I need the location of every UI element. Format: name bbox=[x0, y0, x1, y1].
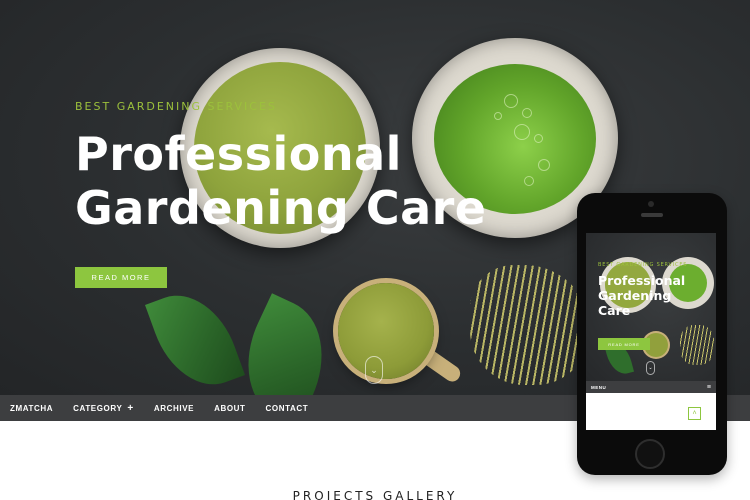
nav-item-category-label: CATEGORY bbox=[73, 403, 123, 413]
chevron-down-icon: ⌄ bbox=[648, 365, 653, 371]
nav-item-zmatcha[interactable]: ZMATCHA bbox=[10, 404, 53, 413]
scroll-down-button[interactable]: ⌄ bbox=[365, 356, 383, 384]
phone-camera bbox=[648, 201, 654, 207]
phone-hero-subtitle: BEST GARDENING SERVICES bbox=[598, 262, 688, 268]
hamburger-icon[interactable]: ≡ bbox=[707, 384, 711, 391]
phone-hero: BEST GARDENING SERVICES Professional Gar… bbox=[586, 233, 716, 381]
phone-menu-label: MENU bbox=[591, 384, 607, 390]
arrow-up-icon[interactable]: ˄ bbox=[688, 407, 701, 420]
leaf-image bbox=[225, 293, 345, 395]
hero-title-line1: Professional bbox=[75, 127, 402, 181]
phone-scroll-down-button[interactable]: ⌄ bbox=[646, 361, 655, 375]
matcha-spoon-image bbox=[338, 283, 434, 379]
projects-gallery-heading: PROJECTS GALLERY bbox=[292, 489, 458, 500]
phone-speaker bbox=[641, 213, 663, 217]
hero-title-line2: Gardening Care bbox=[75, 181, 487, 235]
nav-item-archive[interactable]: ARCHIVE bbox=[154, 404, 194, 413]
leaf-image bbox=[145, 281, 245, 395]
phone-screen: BEST GARDENING SERVICES Professional Gar… bbox=[586, 233, 716, 430]
phone-hero-title-line3: Care bbox=[598, 303, 631, 318]
nav-item-contact[interactable]: CONTACT bbox=[266, 404, 309, 413]
plus-icon[interactable]: + bbox=[127, 403, 133, 414]
phone-home-button bbox=[635, 439, 665, 469]
hero-title: Professional Gardening Care bbox=[75, 127, 487, 235]
phone-hero-title-line2: Gardening bbox=[598, 288, 672, 303]
hero-subtitle: BEST GARDENING SERVICES bbox=[75, 100, 277, 113]
read-more-button[interactable]: READ MORE bbox=[75, 267, 167, 288]
phone-menu-bar[interactable]: MENU ≡ bbox=[586, 381, 716, 393]
nav-item-category[interactable]: CATEGORY + bbox=[73, 403, 134, 414]
phone-hero-title: Professional Gardening Care bbox=[598, 273, 685, 318]
phone-mockup: BEST GARDENING SERVICES Professional Gar… bbox=[577, 193, 727, 475]
chevron-down-icon: ⌄ bbox=[370, 364, 378, 375]
nav-item-about[interactable]: ABOUT bbox=[214, 404, 245, 413]
phone-hero-title-line1: Professional bbox=[598, 273, 686, 288]
bamboo-whisk-image bbox=[680, 325, 714, 365]
bamboo-whisk-image bbox=[470, 265, 590, 385]
hero-text: BEST GARDENING SERVICES Professional Gar… bbox=[75, 100, 487, 235]
phone-read-more-button[interactable]: READ MORE bbox=[598, 338, 650, 350]
